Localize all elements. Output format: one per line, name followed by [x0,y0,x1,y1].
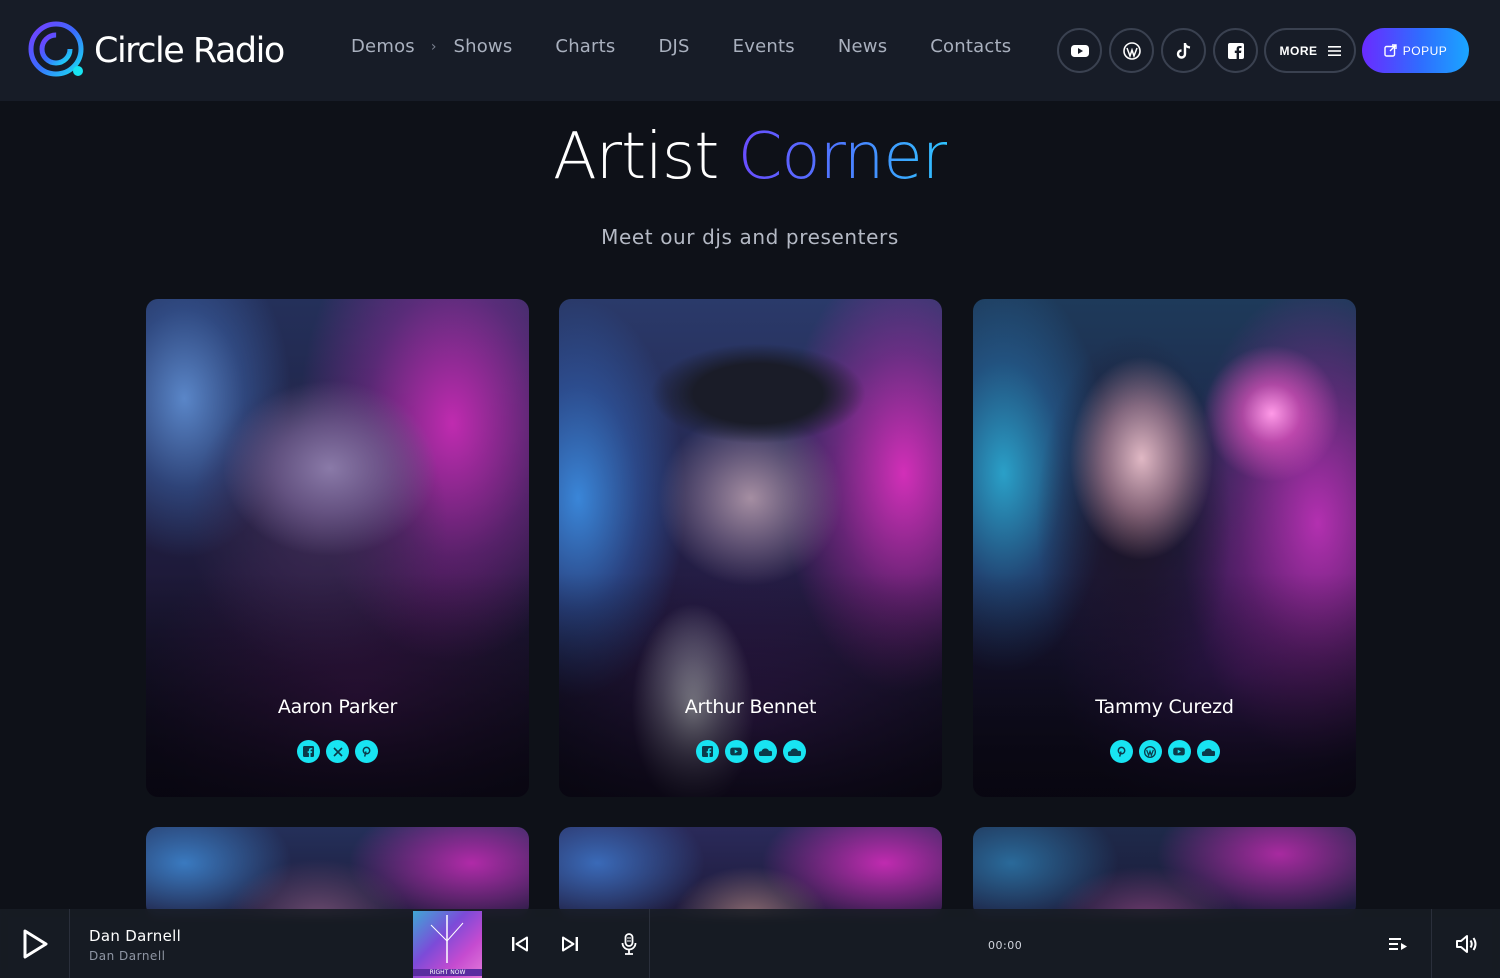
page-subtitle: Meet our djs and presenters [601,225,899,249]
x-icon [332,746,343,757]
youtube-link[interactable] [724,740,748,763]
artist-photo-shade [146,299,529,797]
pinterest-icon [362,746,371,757]
wordpress-link[interactable] [1138,740,1162,763]
facebook-link[interactable] [695,740,719,763]
facebook-icon [701,746,713,757]
artist-social-links [146,740,529,763]
wordpress-icon [1144,745,1156,758]
site-header: Circle Radio Demos › Shows Charts DJS Ev… [0,0,1500,101]
pinterest-link[interactable] [1109,740,1133,763]
artist-card[interactable]: Arthur Bennet [559,299,942,797]
skip-back-icon [512,936,528,951]
youtube-icon [1173,747,1185,756]
artist-card[interactable] [146,827,529,917]
brand-name: Circle Radio [94,31,285,71]
chevron-right-icon: › [430,38,437,55]
artist-photo [559,827,942,917]
next-button[interactable] [556,909,584,978]
microphone-button[interactable] [615,909,643,978]
artist-name[interactable]: Arthur Bennet [559,696,942,718]
playback-time: 00:00 [988,939,1023,952]
skip-forward-icon [562,936,578,951]
page-title-part1: Artist [552,120,719,194]
circle-radio-logo-icon [28,21,84,77]
microphone-icon [621,932,637,955]
nav-item-events[interactable]: Events [733,36,795,57]
more-menu-button[interactable]: MORE [1264,28,1356,73]
artist-card[interactable] [973,827,1356,917]
album-cover-art [430,915,464,963]
artist-social-links [973,740,1356,763]
site-logo[interactable]: Circle Radio [28,21,285,81]
album-cover: RIGHT NOW [413,911,482,978]
player-divider [1431,909,1432,978]
artist-photo [146,827,529,917]
track-title: Dan Darnell [89,927,182,945]
page-title: Artist Corner [0,120,1500,194]
facebook-icon [1227,42,1244,59]
artist-card[interactable]: Tammy Curezd [973,299,1356,797]
nav-item-contacts[interactable]: Contacts [930,36,1011,57]
soundcloud-icon [787,748,801,756]
artist-photo-shade [559,299,942,797]
previous-button[interactable] [506,909,534,978]
track-artist: Dan Darnell [89,949,166,963]
artist-card[interactable]: Aaron Parker [146,299,529,797]
hamburger-icon [1327,45,1341,56]
header-tiktok-button[interactable] [1161,28,1206,73]
nav-item-charts[interactable]: Charts [555,36,615,57]
artist-photo [973,827,1356,917]
x-link[interactable] [326,740,349,763]
soundcloud-icon [758,748,772,756]
tiktok-icon [1176,42,1190,59]
header-facebook-button[interactable] [1213,28,1258,73]
soundcloud-icon [1201,748,1215,756]
playlist-icon [1389,937,1407,950]
artist-name[interactable]: Tammy Curezd [973,696,1356,718]
playlist-button[interactable] [1384,909,1412,978]
album-cover-text: RIGHT NOW [413,969,482,976]
header-youtube-button[interactable] [1057,28,1102,73]
volume-button[interactable] [1452,909,1482,978]
popup-label: POPUP [1402,43,1448,58]
main-nav: Demos › Shows Charts DJS Events News Con… [351,36,1011,57]
youtube-link[interactable] [1167,740,1191,763]
play-button[interactable] [0,909,70,978]
artist-photo-shade [973,299,1356,797]
more-label: MORE [1279,43,1318,58]
nav-item-news[interactable]: News [838,36,887,57]
pinterest-icon [1117,746,1125,757]
nav-item-djs[interactable]: DJS [658,36,689,57]
page-title-part2: Corner [737,120,948,194]
play-icon [23,929,47,958]
facebook-link[interactable] [297,740,320,763]
wordpress-icon [1122,41,1141,60]
popup-player-button[interactable]: POPUP [1362,28,1469,73]
soundcloud-link[interactable] [753,740,777,763]
soundcloud-link[interactable] [1196,740,1220,763]
youtube-icon [730,747,742,756]
artist-card[interactable] [559,827,942,917]
player-divider [649,909,650,978]
header-wordpress-button[interactable] [1109,28,1154,73]
artist-social-links [559,740,942,763]
soundcloud-link[interactable] [782,740,806,763]
nav-item-demos[interactable]: Demos [351,36,415,57]
artist-name[interactable]: Aaron Parker [146,696,529,718]
nav-item-shows[interactable]: Shows [453,36,512,57]
audio-player-bar: Dan Darnell Dan Darnell RIGHT NOW 00:00 [0,909,1500,978]
volume-icon [1456,934,1477,953]
facebook-icon [303,746,314,757]
pinterest-link[interactable] [355,740,378,763]
external-link-icon [1384,44,1397,57]
youtube-icon [1070,44,1089,57]
